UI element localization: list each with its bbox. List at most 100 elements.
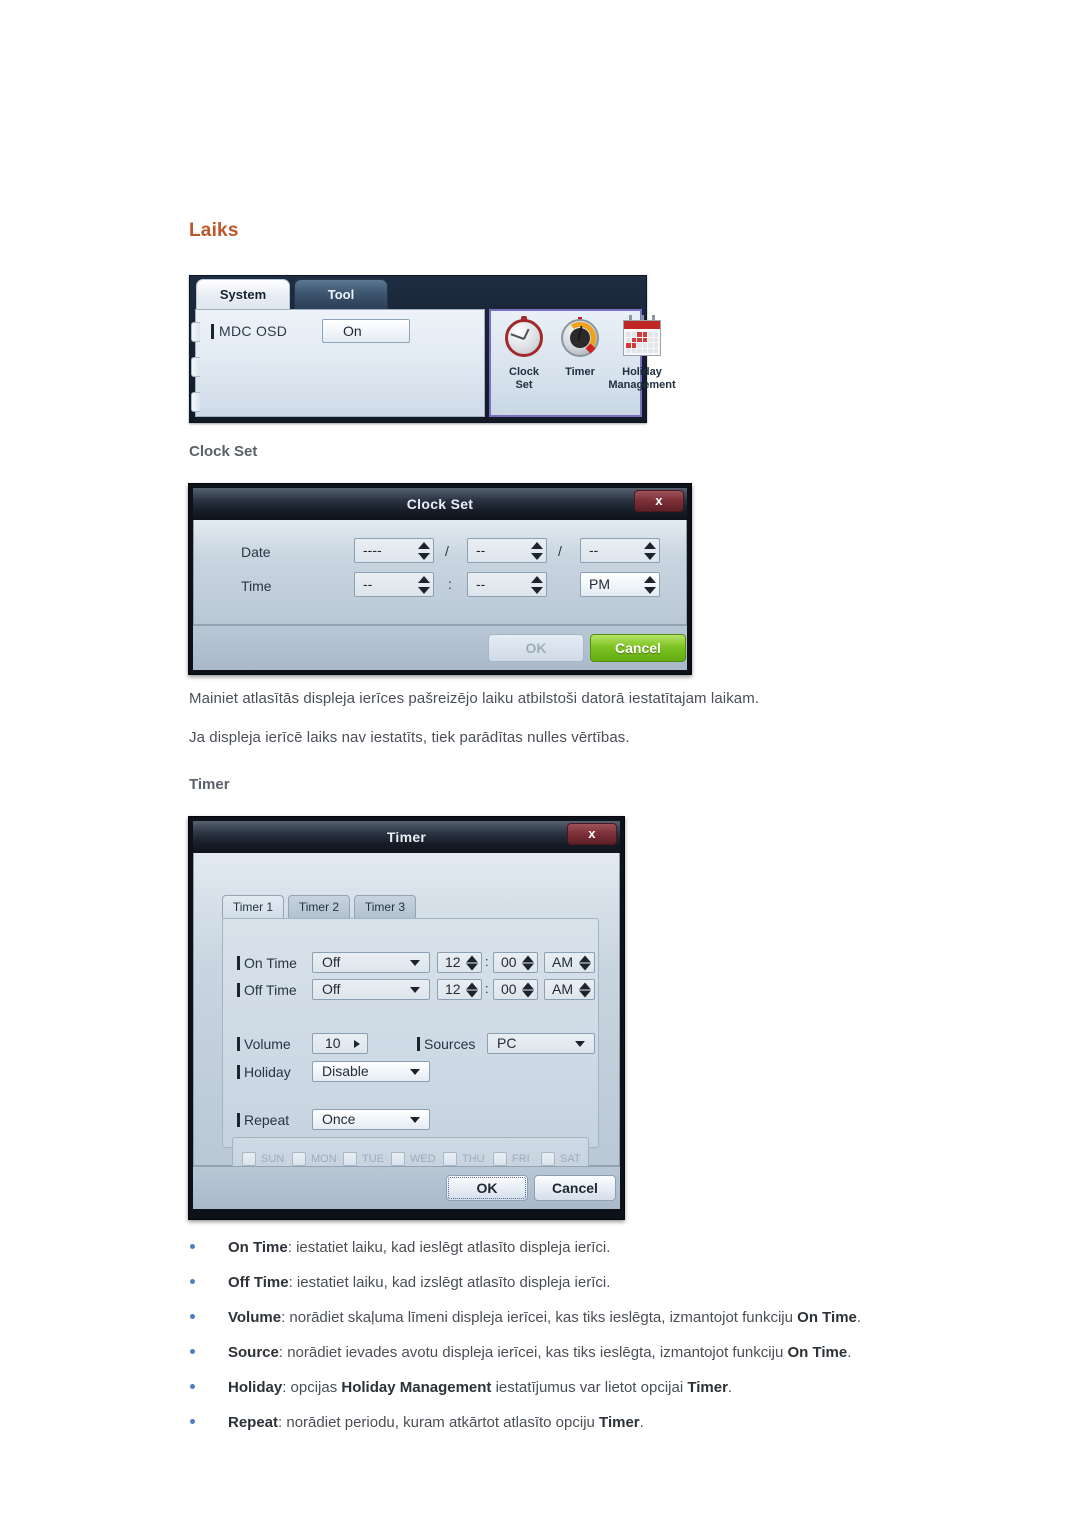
- spinner-arrows-icon[interactable]: [522, 955, 534, 970]
- checkbox-sun[interactable]: [242, 1152, 256, 1166]
- spinner-arrows-icon[interactable]: [579, 982, 591, 997]
- spinner-arrows-icon[interactable]: [418, 575, 430, 594]
- mdc-osd-select[interactable]: On: [322, 319, 410, 343]
- list-item: Off Time: iestatiet laiku, kad izslēgt a…: [186, 1266, 986, 1300]
- close-icon[interactable]: x: [567, 823, 617, 845]
- bullet-icon: [190, 1349, 195, 1354]
- off-time-separator: :: [485, 981, 489, 996]
- chevron-down-icon: [410, 986, 420, 993]
- holiday-management-icon: [619, 315, 665, 363]
- checkbox-mon[interactable]: [292, 1152, 306, 1166]
- bullet-text-on-time: On Time: iestatiet laiku, kad ieslēgt at…: [228, 1239, 611, 1256]
- spinner-arrows-icon[interactable]: [522, 982, 534, 997]
- clock-set-label-line1: Clock: [509, 366, 539, 378]
- paragraph-1: Mainiet atlasītās displeja ierīces pašre…: [189, 690, 760, 707]
- date-separator-2: /: [558, 543, 562, 559]
- spinner-arrows-icon[interactable]: [644, 575, 656, 594]
- bullet-text-holiday: Holiday: opcijas Holiday Management iest…: [228, 1379, 733, 1396]
- checkbox-fri[interactable]: [493, 1152, 507, 1166]
- day-label-tue: TUE: [362, 1153, 384, 1165]
- holiday-label: Holiday: [244, 1064, 291, 1080]
- tab-timer-1[interactable]: Timer 1: [222, 895, 284, 919]
- document-page: Laiks System Tool MDC OSD On Clock Set T…: [0, 0, 1080, 1527]
- day-label-sat: SAT: [560, 1153, 581, 1165]
- day-label-wed: WED: [410, 1153, 436, 1165]
- list-item: Volume: norādiet skaļuma līmeni displeja…: [186, 1301, 986, 1335]
- clock-set-label-line2: Set: [515, 378, 533, 391]
- off-time-mode-select[interactable]: Off: [312, 979, 430, 1000]
- clock-set-dialog-titlebar: Clock Set x: [193, 488, 687, 520]
- time-separator: :: [448, 576, 452, 592]
- paragraph-2: Ja displeja ierīcē laiks nav iestatīts, …: [189, 729, 630, 746]
- checkbox-tue[interactable]: [343, 1152, 357, 1166]
- bullet-text-volume: Volume: norādiet skaļuma līmeni displeja…: [228, 1309, 862, 1326]
- timer-ok-button[interactable]: OK: [446, 1175, 528, 1201]
- checkbox-thu[interactable]: [443, 1152, 457, 1166]
- repeat-select[interactable]: Once: [312, 1109, 430, 1130]
- spinner-arrows-icon[interactable]: [531, 541, 543, 560]
- holiday-management-button[interactable]: Holiday Management: [606, 315, 678, 391]
- list-item: Source: norādiet ievades avotu displeja …: [186, 1336, 986, 1370]
- bullet-text-source: Source: norādiet ievades avotu displeja …: [228, 1344, 852, 1361]
- off-time-label: Off Time: [244, 982, 297, 998]
- day-label-mon: MON: [311, 1153, 337, 1165]
- chevron-down-icon: [575, 1040, 585, 1047]
- timer-dialog-body: Timer 1 Timer 2 Timer 3 On Time Off 12 :…: [193, 853, 620, 1181]
- holiday-label-line1: Holiday: [622, 366, 662, 378]
- date-day-spinner[interactable]: --: [580, 538, 660, 563]
- spinner-arrows-icon[interactable]: [466, 982, 478, 997]
- side-tab-sliver-3[interactable]: [191, 392, 200, 412]
- time-hour-spinner[interactable]: --: [354, 572, 434, 597]
- spinner-arrows-icon[interactable]: [579, 955, 591, 970]
- spinner-arrows-icon[interactable]: [531, 575, 543, 594]
- tab-timer-3[interactable]: Timer 3: [354, 895, 416, 919]
- timer-dialog-titlebar: Timer x: [193, 821, 620, 853]
- on-time-meridiem-spinner[interactable]: AM: [544, 952, 595, 973]
- date-label: Date: [241, 544, 271, 560]
- clock-set-dialog-title: Clock Set: [406, 496, 474, 512]
- list-item: On Time: iestatiet laiku, kad ieslēgt at…: [186, 1231, 986, 1265]
- off-time-minute-spinner[interactable]: 00: [493, 979, 538, 1000]
- on-time-separator: :: [485, 954, 489, 969]
- checkbox-sat[interactable]: [541, 1152, 555, 1166]
- timer-button[interactable]: Timer: [554, 317, 606, 379]
- side-tab-sliver-1[interactable]: [191, 322, 200, 342]
- on-time-hour-spinner[interactable]: 12: [437, 952, 482, 973]
- bullet-icon: [190, 1279, 195, 1284]
- bullet-text-repeat: Repeat: norādiet periodu, kuram atkārtot…: [228, 1414, 644, 1431]
- chevron-right-icon[interactable]: [354, 1039, 360, 1048]
- sources-label: Sources: [424, 1036, 476, 1052]
- date-year-spinner[interactable]: ----: [354, 538, 434, 563]
- on-time-label: On Time: [244, 955, 297, 971]
- mdc-settings-pane: MDC OSD On: [191, 309, 485, 417]
- clock-set-cancel-button[interactable]: Cancel: [590, 634, 686, 662]
- spinner-arrows-icon[interactable]: [418, 541, 430, 560]
- date-month-spinner[interactable]: --: [467, 538, 547, 563]
- off-time-meridiem-spinner[interactable]: AM: [544, 979, 595, 1000]
- tab-system[interactable]: System: [196, 279, 290, 309]
- off-time-hour-spinner[interactable]: 12: [437, 979, 482, 1000]
- clock-set-ok-button[interactable]: OK: [488, 634, 584, 662]
- volume-stepper[interactable]: 10: [312, 1033, 368, 1054]
- field-marker-icon: [237, 956, 240, 970]
- checkbox-wed[interactable]: [391, 1152, 405, 1166]
- timer-label-line1: Timer: [565, 366, 595, 378]
- time-meridiem-spinner[interactable]: PM: [580, 572, 660, 597]
- tab-tool[interactable]: Tool: [294, 279, 388, 309]
- side-tab-sliver-2[interactable]: [191, 357, 200, 377]
- clock-set-button[interactable]: Clock Set: [498, 316, 550, 391]
- spinner-arrows-icon[interactable]: [466, 955, 478, 970]
- time-minute-spinner[interactable]: --: [467, 572, 547, 597]
- bullet-text-off-time: Off Time: iestatiet laiku, kad izslēgt a…: [228, 1274, 611, 1291]
- on-time-minute-spinner[interactable]: 00: [493, 952, 538, 973]
- spinner-arrows-icon[interactable]: [644, 541, 656, 560]
- close-icon[interactable]: x: [634, 490, 684, 512]
- sources-select[interactable]: PC: [487, 1033, 595, 1054]
- mdc-panel-body: MDC OSD On Clock Set Timer Holiday Manag…: [191, 309, 676, 417]
- on-time-mode-select[interactable]: Off: [312, 952, 430, 973]
- tab-timer-2[interactable]: Timer 2: [288, 895, 350, 919]
- timer-cancel-button[interactable]: Cancel: [534, 1175, 616, 1201]
- holiday-select[interactable]: Disable: [312, 1061, 430, 1082]
- holiday-label-line2: Management: [608, 378, 676, 391]
- time-label: Time: [241, 578, 272, 594]
